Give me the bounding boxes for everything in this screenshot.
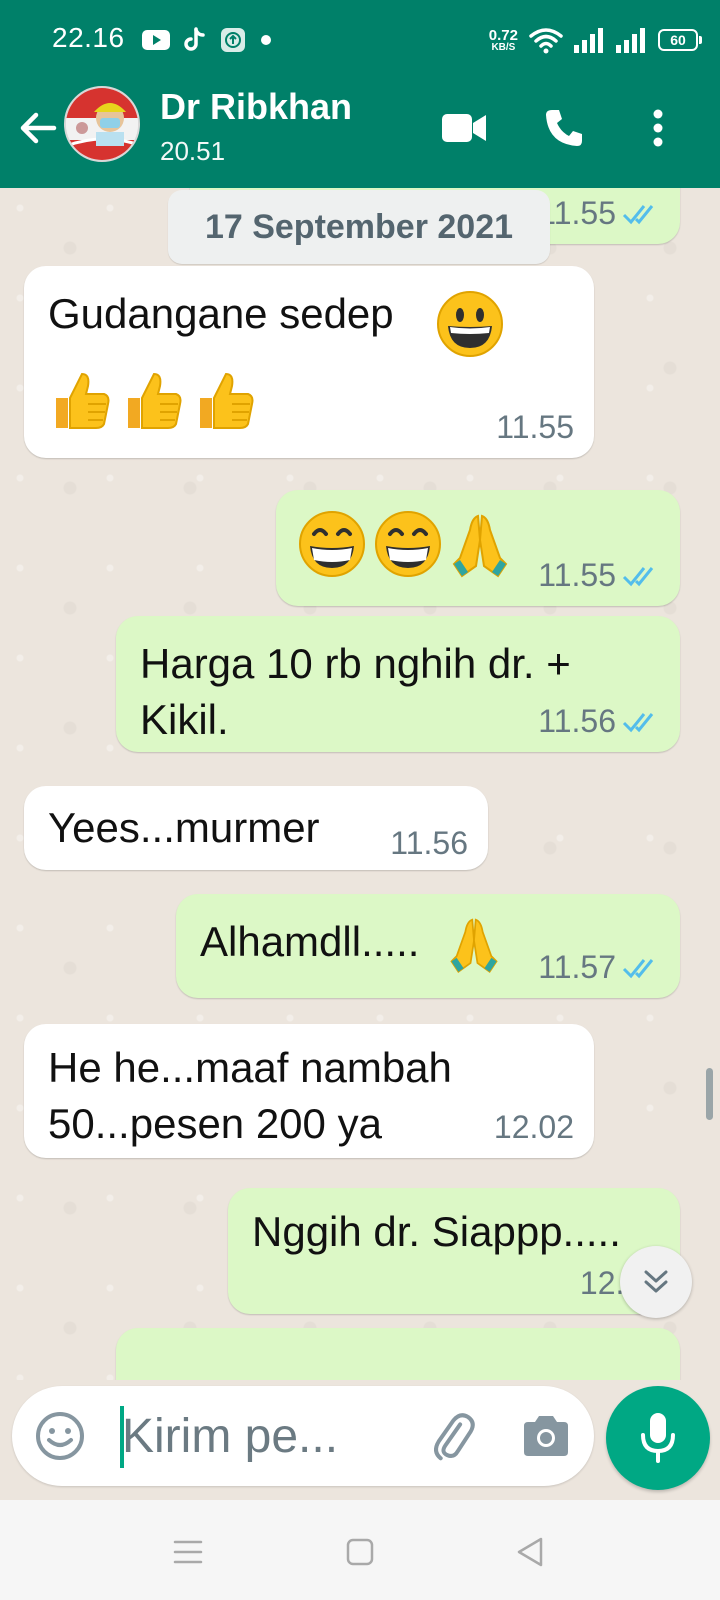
video-call-button[interactable] [436,100,492,156]
phone-icon [546,110,582,146]
more-options-button[interactable] [630,100,686,156]
battery-indicator: 60 [658,29,702,51]
message-text: Alhamdll..... [200,918,420,965]
avatar-image-icon [66,88,138,160]
message-text: He he...maaf nambah 50...pesen 200 ya [48,1040,452,1152]
message-meta: 12.02 [494,1109,574,1146]
menu-lines-icon [173,1540,203,1564]
signal-1-icon [574,28,603,53]
contact-last-seen: 20.51 [160,136,226,166]
youtube-icon [142,30,170,50]
message-bubble[interactable]: Nggih dr. Siappp..... 12.02 [228,1188,680,1314]
read-receipt-icon [622,204,654,224]
paperclip-icon[interactable] [424,1408,480,1464]
message-text-line: Harga 10 rb nghih dr. + [140,640,571,687]
message-bubble-partial[interactable] [116,1328,680,1380]
message-bubble[interactable]: Yees...murmer 11.56 [24,786,488,870]
video-camera-icon [442,114,486,142]
message-bubble[interactable]: Alhamdll..... 11.57 [176,894,680,998]
message-time: 11.56 [538,703,616,739]
status-bar: 22.16 0.72 KB/S 60 [0,0,720,80]
message-bubble[interactable]: Gudangane sedep 11.55 [24,266,594,458]
more-vert-icon [653,109,663,147]
message-text-line: 50...pesen 200 ya [48,1100,382,1147]
recents-button[interactable] [166,1530,210,1574]
back-arrow-icon[interactable] [14,104,62,152]
message-time: 11.55 [538,557,616,593]
status-time: 22.16 [52,22,125,53]
message-bubble[interactable]: 11.55 [276,490,680,606]
camera-icon[interactable] [520,1410,572,1462]
notification-dot-icon [261,35,271,45]
folded-hands-emoji-icon [450,918,498,973]
tiktok-icon [184,27,205,51]
status-system-icons: 0.72 KB/S 60 [488,24,702,56]
message-text-line: Kikil. [140,696,229,743]
message-text: Yees...murmer [48,804,320,851]
grinning-face-emoji-icon [437,291,503,357]
message-composer [12,1386,594,1486]
scroll-to-bottom-button[interactable] [620,1246,692,1318]
message-text: Gudangane sedep [48,290,394,337]
message-text: Nggih dr. Siappp..... [252,1208,621,1255]
status-notification-icons [142,26,272,54]
folded-hands-emoji-icon [452,514,508,578]
system-nav-bar [0,1500,720,1600]
message-meta: 11.55 [538,557,660,594]
message-time: 11.57 [538,949,616,985]
triangle-back-icon [517,1537,543,1567]
beaming-face-emoji-icon [299,511,365,577]
double-chevron-down-icon [644,1270,668,1293]
update-app-icon [221,28,245,52]
fast-scroll-handle[interactable] [706,1068,713,1120]
message-meta: 11.56 [390,825,468,862]
message-time: 12.02 [493,1109,574,1145]
message-bubble[interactable]: He he...maaf nambah 50...pesen 200 ya 12… [24,1024,594,1158]
message-text-line: He he...maaf nambah [48,1044,452,1091]
emoji-icon[interactable] [34,1410,86,1462]
voice-call-button[interactable] [536,100,592,156]
message-bubble[interactable]: Harga 10 rb nghih dr. + Kikil. 11.56 [116,616,680,752]
read-receipt-icon [622,566,654,586]
chat-messages[interactable]: 11.55 17 September 2021 Gudangane sedep [0,188,720,1380]
microphone-icon [641,1413,675,1463]
back-button[interactable] [508,1530,552,1574]
message-time: 11.56 [390,825,468,861]
message-meta: 11.55 [496,409,574,446]
thumbs-up-emoji-icon [128,372,182,429]
message-meta: 11.56 [538,703,660,740]
message-input[interactable] [122,1404,372,1468]
message-text: Harga 10 rb nghih dr. + Kikil. [140,636,571,748]
home-button[interactable] [338,1530,382,1574]
network-speed: 0.72 KB/S [488,26,518,53]
message-meta: 11.57 [538,949,660,986]
beaming-face-emoji-icon [375,511,441,577]
thumbs-up-emoji-icon [200,372,254,429]
square-icon [346,1538,374,1566]
thumbs-up-emoji-icon [56,372,110,429]
date-separator: 17 September 2021 [168,190,550,264]
wifi-icon [529,28,563,54]
read-receipt-icon [622,712,654,732]
emoji-row [298,510,510,578]
avatar[interactable] [64,86,140,162]
chat-header: Dr Ribkhan 20.51 [0,80,720,188]
contact-name[interactable]: Dr Ribkhan [160,86,352,128]
message-time: 11.55 [496,409,574,445]
read-receipt-icon [622,958,654,978]
message-meta: 11.55 [538,195,660,232]
emoji-row [48,368,256,432]
signal-2-icon [616,28,645,53]
voice-message-button[interactable] [606,1386,710,1490]
